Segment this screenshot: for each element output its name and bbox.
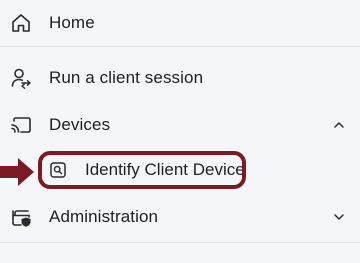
nav-item-devices[interactable]: Devices	[0, 110, 360, 140]
divider	[0, 242, 360, 243]
nav-item-home[interactable]: Home	[0, 8, 360, 38]
admin-shield-icon	[9, 205, 33, 229]
highlight-annotation	[38, 151, 246, 189]
user-transfer-icon	[9, 66, 33, 90]
chevron-up-icon[interactable]	[332, 118, 346, 132]
nav-item-label: Run a client session	[49, 68, 204, 87]
navigation-panel: Home Run a client session Devices Identi…	[0, 0, 360, 263]
chevron-down-icon[interactable]	[332, 210, 346, 224]
nav-item-run-client-session[interactable]: Run a client session	[0, 62, 360, 94]
divider	[0, 46, 360, 47]
nav-item-label: Administration	[49, 207, 159, 226]
home-icon	[9, 11, 33, 35]
nav-item-label: Home	[49, 13, 95, 32]
nav-item-administration[interactable]: Administration	[0, 202, 360, 232]
pointer-arrow-icon	[0, 157, 36, 192]
cast-device-icon	[9, 113, 33, 137]
nav-item-label: Devices	[49, 115, 111, 134]
